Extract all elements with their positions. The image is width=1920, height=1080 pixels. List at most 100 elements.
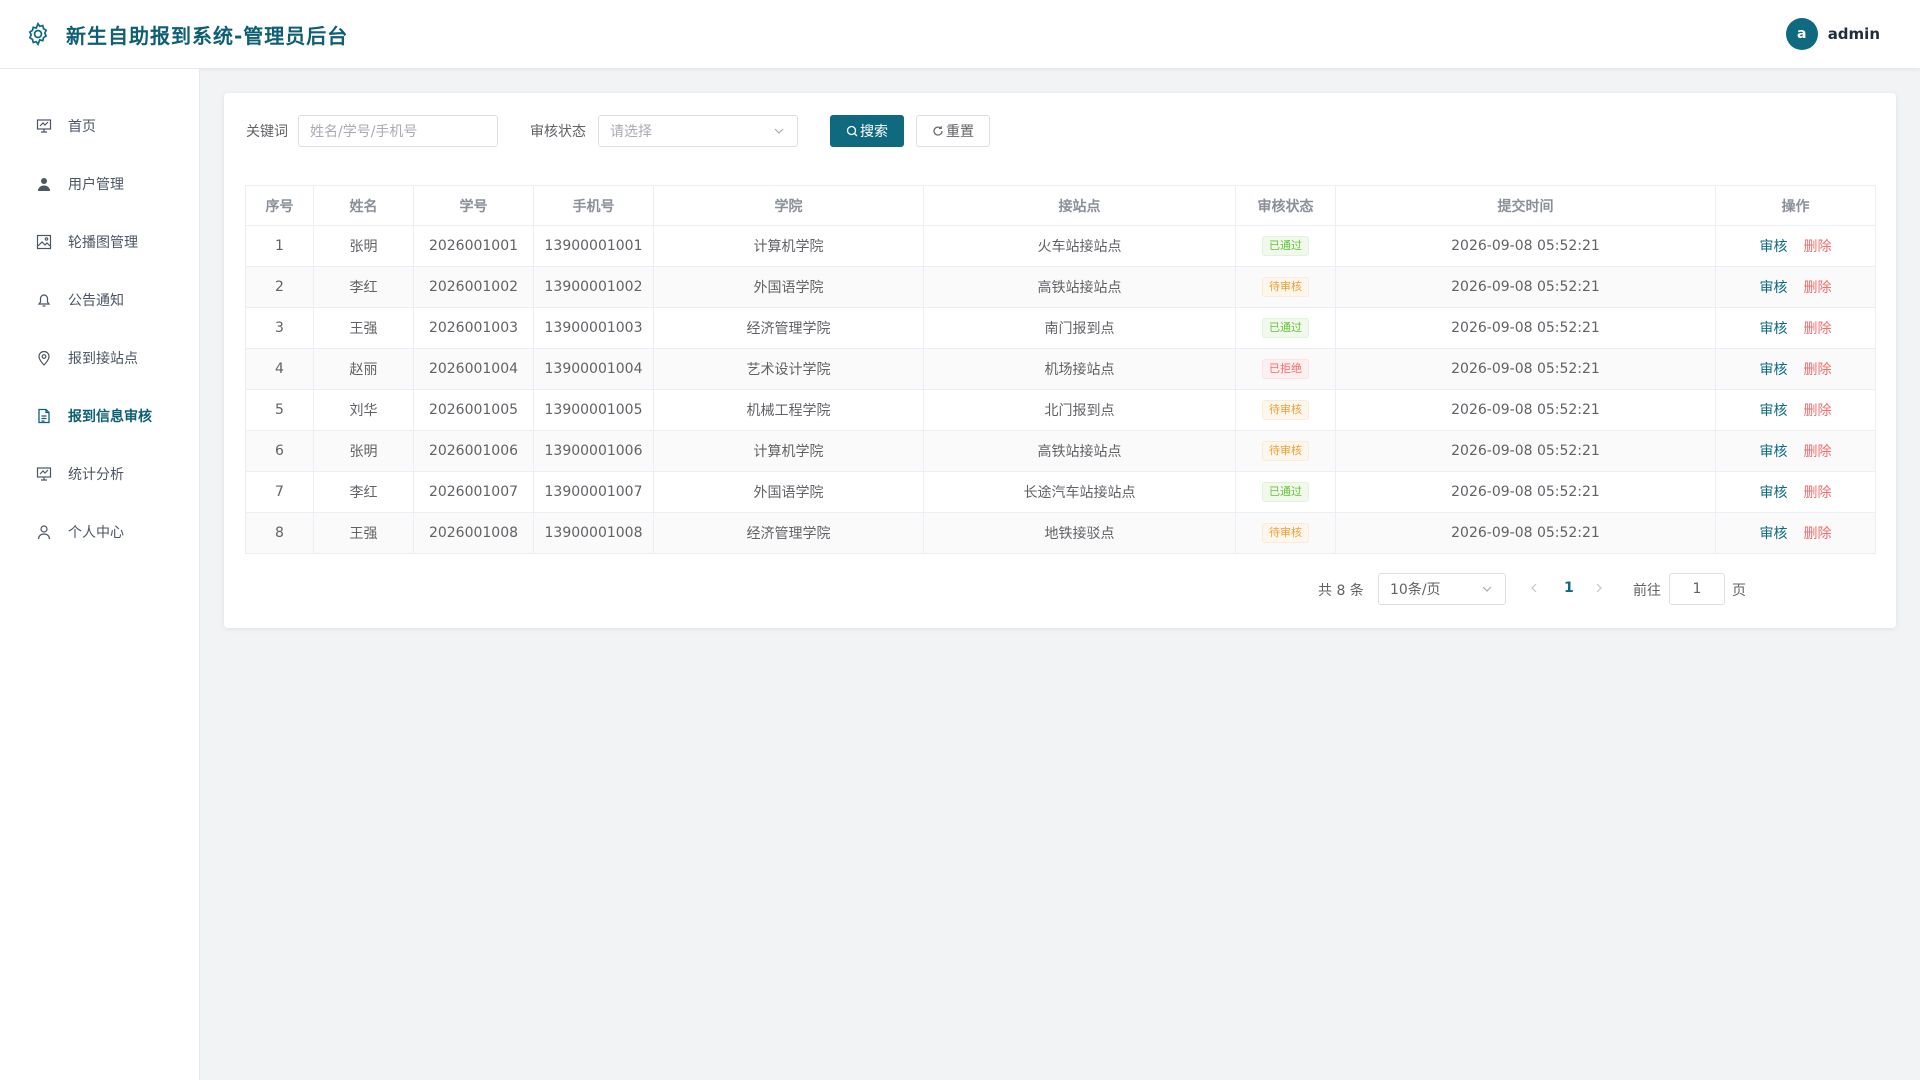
table-cell-status: 已通过 <box>1235 307 1336 349</box>
table-cell-time: 2026-09-08 05:52:21 <box>1335 307 1716 349</box>
username[interactable]: admin <box>1828 25 1880 43</box>
sidebar-item-label: 用户管理 <box>68 177 124 193</box>
status-badge: 已通过 <box>1262 482 1309 502</box>
status-select[interactable]: 请选择 <box>598 115 798 147</box>
sidebar-item-profile[interactable]: 个人中心 <box>0 503 199 561</box>
status-badge: 已通过 <box>1262 318 1309 338</box>
sidebar-item-stations[interactable]: 报到接站点 <box>0 329 199 387</box>
audit-link[interactable]: 审核 <box>1760 526 1788 542</box>
table-cell-no: 3 <box>245 307 314 349</box>
delete-link[interactable]: 删除 <box>1804 280 1832 296</box>
delete-link[interactable]: 删除 <box>1804 403 1832 419</box>
table-cell-station: 北门报到点 <box>923 389 1236 431</box>
table-cell-sid: 2026001004 <box>413 348 534 390</box>
sidebar-item-label: 轮播图管理 <box>68 235 138 251</box>
table-cell-time: 2026-09-08 05:52:21 <box>1335 430 1716 472</box>
table-cell-station: 高铁站接站点 <box>923 266 1236 308</box>
table-cell-status: 已拒绝 <box>1235 348 1336 390</box>
status-label: 审核状态 <box>530 124 586 140</box>
chevron-left-icon <box>1528 582 1540 594</box>
table-cell-time: 2026-09-08 05:52:21 <box>1335 389 1716 431</box>
audit-link[interactable]: 审核 <box>1760 403 1788 419</box>
table-cell-phone: 13900001001 <box>533 225 654 267</box>
audit-link[interactable]: 审核 <box>1760 444 1788 460</box>
table-cell-sid: 2026001005 <box>413 389 534 431</box>
column-header: 操作 <box>1715 185 1876 226</box>
table-cell-station: 地铁接驳点 <box>923 512 1236 554</box>
audit-link[interactable]: 审核 <box>1760 280 1788 296</box>
delete-link[interactable]: 删除 <box>1804 526 1832 542</box>
column-header: 序号 <box>245 185 314 226</box>
page-size-select[interactable]: 10条/页 <box>1378 573 1506 605</box>
page-suffix: 页 <box>1732 583 1746 599</box>
table-header-row: 序号 姓名 学号 手机号 学院 接站点 审核状态 提交时间 操作 <box>245 185 1876 226</box>
delete-link[interactable]: 删除 <box>1804 321 1832 337</box>
keyword-placeholder: 姓名/学号/手机号 <box>310 124 418 140</box>
pagination: 共 8 条 10条/页 1 前往 1 页 <box>1096 573 1896 605</box>
delete-link[interactable]: 删除 <box>1804 362 1832 378</box>
keyword-input[interactable]: 姓名/学号/手机号 <box>298 115 498 147</box>
user-icon <box>34 174 54 194</box>
table-cell-no: 5 <box>245 389 314 431</box>
main-panel: 关键词 姓名/学号/手机号 审核状态 请选择 搜索 重置 序号 姓名 学号 手机… <box>224 93 1896 628</box>
sidebar-item-notice[interactable]: 公告通知 <box>0 271 199 329</box>
top-header: 新生自助报到系统-管理员后台 a admin <box>0 0 1920 69</box>
table-cell-no: 7 <box>245 471 314 513</box>
table-cell-college: 经济管理学院 <box>653 512 924 554</box>
table-cell-sid: 2026001003 <box>413 307 534 349</box>
table-cell-phone: 13900001006 <box>533 430 654 472</box>
audit-link[interactable]: 审核 <box>1760 321 1788 337</box>
sidebar-item-home[interactable]: 首页 <box>0 97 199 155</box>
bell-icon <box>34 290 54 310</box>
location-icon <box>34 348 54 368</box>
goto-page-input[interactable]: 1 <box>1669 573 1725 605</box>
table-cell-phone: 13900001004 <box>533 348 654 390</box>
reset-button[interactable]: 重置 <box>916 115 990 147</box>
audit-link[interactable]: 审核 <box>1760 239 1788 255</box>
table-cell-actions: 审核 删除 <box>1715 389 1876 431</box>
column-header: 接站点 <box>923 185 1236 226</box>
keyword-label: 关键词 <box>246 124 288 140</box>
refresh-icon <box>932 125 944 137</box>
table-cell-status: 待审核 <box>1235 266 1336 308</box>
table-row: 5 刘华 2026001005 13900001005 机械工程学院 北门报到点 待审核 20… <box>245 389 1876 431</box>
table-cell-status: 已通过 <box>1235 471 1336 513</box>
app-title: 新生自助报到系统-管理员后台 <box>66 23 349 48</box>
status-badge: 待审核 <box>1262 523 1309 543</box>
page-size-value: 10条/页 <box>1390 582 1441 598</box>
next-page-button[interactable] <box>1593 582 1605 594</box>
delete-link[interactable]: 删除 <box>1804 239 1832 255</box>
prev-page-button[interactable] <box>1528 582 1540 594</box>
audit-link[interactable]: 审核 <box>1760 362 1788 378</box>
table-cell-status: 待审核 <box>1235 512 1336 554</box>
table-cell-phone: 13900001008 <box>533 512 654 554</box>
table-row: 4 赵丽 2026001004 13900001004 艺术设计学院 机场接站点 已拒绝 20… <box>245 348 1876 390</box>
table-cell-phone: 13900001007 <box>533 471 654 513</box>
table-cell-status: 待审核 <box>1235 430 1336 472</box>
table-cell-sid: 2026001001 <box>413 225 534 267</box>
delete-link[interactable]: 删除 <box>1804 444 1832 460</box>
user-menu[interactable]: a admin <box>1785 18 1880 50</box>
table-cell-status: 待审核 <box>1235 389 1336 431</box>
page-number-current[interactable]: 1 <box>1564 580 1574 596</box>
delete-link[interactable]: 删除 <box>1804 485 1832 501</box>
table-cell-college: 机械工程学院 <box>653 389 924 431</box>
avatar[interactable]: a <box>1785 18 1818 50</box>
sidebar-item-stats[interactable]: 统计分析 <box>0 445 199 503</box>
status-badge: 已通过 <box>1262 236 1309 256</box>
table-cell-station: 南门报到点 <box>923 307 1236 349</box>
column-header: 姓名 <box>313 185 414 226</box>
status-badge: 待审核 <box>1262 277 1309 297</box>
search-button[interactable]: 搜索 <box>830 115 904 147</box>
search-button-label: 搜索 <box>860 124 888 140</box>
sidebar-item-label: 报到信息审核 <box>68 409 152 425</box>
table-cell-time: 2026-09-08 05:52:21 <box>1335 471 1716 513</box>
column-header: 手机号 <box>533 185 654 226</box>
table-cell-station: 火车站接站点 <box>923 225 1236 267</box>
column-header: 提交时间 <box>1335 185 1716 226</box>
sidebar-item-audit[interactable]: 报到信息审核 <box>0 387 199 445</box>
user-outline-icon <box>34 522 54 542</box>
audit-link[interactable]: 审核 <box>1760 485 1788 501</box>
sidebar-item-carousel[interactable]: 轮播图管理 <box>0 213 199 271</box>
sidebar-item-users[interactable]: 用户管理 <box>0 155 199 213</box>
